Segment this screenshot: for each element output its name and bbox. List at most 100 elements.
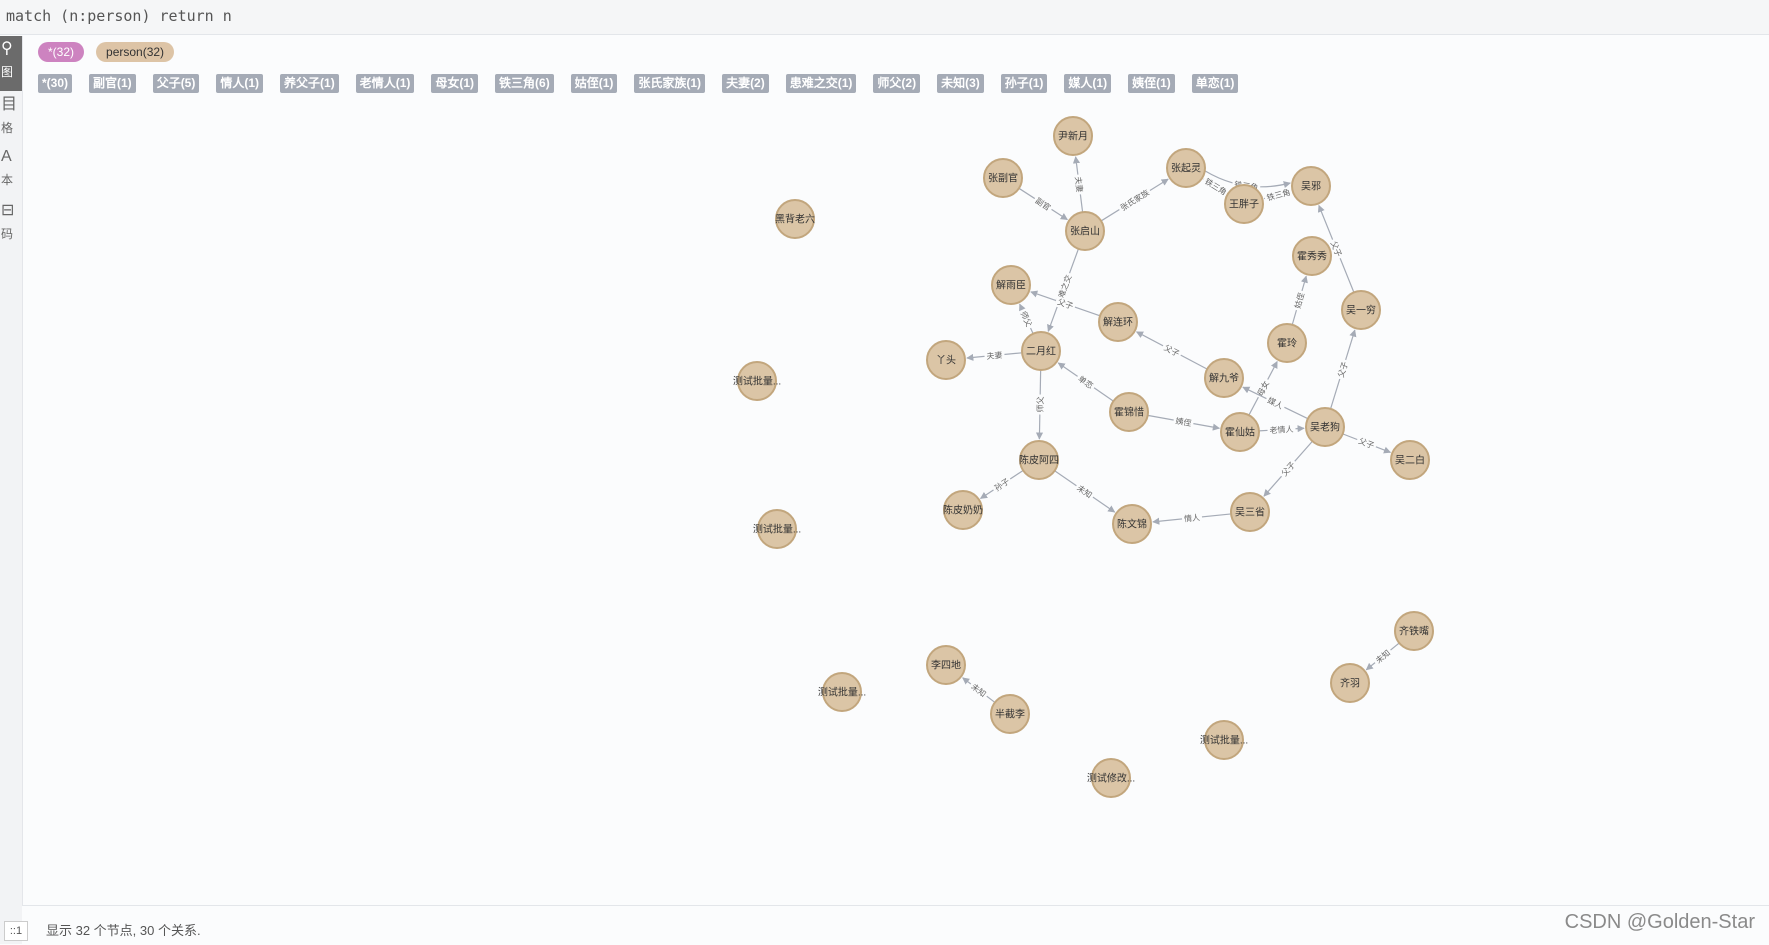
node-label: 吴一穷	[1346, 304, 1376, 317]
relationship-edge[interactable]: 父子	[1263, 440, 1313, 497]
rel-tag[interactable]: 铁三角(6)	[495, 74, 554, 93]
person-node[interactable]: 王胖子	[1224, 184, 1264, 224]
rel-tag[interactable]: 养父子(1)	[280, 74, 339, 93]
relationship-edge[interactable]: 未知	[962, 677, 996, 703]
relationship-edge[interactable]: 父子	[1342, 433, 1392, 454]
edge-label: 铁三角	[1266, 187, 1292, 203]
view-text-button[interactable]: A 本	[0, 144, 22, 199]
node-label: 黑背老六	[775, 213, 815, 226]
rel-tag[interactable]: 夫妻(2)	[722, 74, 769, 93]
relationship-edge[interactable]: 姨侄	[1147, 414, 1221, 431]
relationship-edge[interactable]: 媒人	[1242, 386, 1309, 420]
query-text[interactable]: match (n:person) return n	[6, 7, 232, 25]
relationship-edge[interactable]: 铁三角	[1201, 174, 1231, 199]
relationship-edge[interactable]: 夫妻	[1072, 156, 1086, 213]
person-node[interactable]: 半截李	[990, 694, 1030, 734]
edge-label: 夫妻	[1073, 176, 1085, 193]
label-pill-all[interactable]: *(32)	[38, 42, 85, 62]
relationship-edge[interactable]: 师父	[1017, 303, 1036, 334]
relationship-edge[interactable]: 张氏家族	[1100, 178, 1169, 222]
person-node[interactable]: 测试批量...	[1200, 720, 1248, 760]
relationship-edge[interactable]: 父子	[1135, 331, 1208, 370]
person-node[interactable]: 陈皮奶奶	[943, 490, 983, 530]
node-label: 尹新月	[1058, 130, 1088, 143]
node-label: 测试批量...	[1200, 734, 1248, 747]
zoom-button[interactable]: ::1	[4, 921, 28, 941]
person-node[interactable]: 吴邪	[1291, 166, 1331, 206]
person-node[interactable]: 陈皮阿四	[1019, 440, 1059, 480]
person-node[interactable]: 霍玲	[1267, 323, 1307, 363]
node-label: 吴三省	[1235, 506, 1265, 519]
rel-tag[interactable]: 姨侄(1)	[1128, 74, 1175, 93]
relationship-edge[interactable]: 铁三角	[1263, 186, 1294, 204]
person-node[interactable]: 霍秀秀	[1292, 236, 1332, 276]
person-node[interactable]: 齐羽	[1330, 663, 1370, 703]
relationship-edge[interactable]: 父子	[1330, 329, 1357, 410]
relationship-edge[interactable]: 情人	[1152, 511, 1232, 525]
edge-label: 铁三角	[1203, 176, 1229, 197]
view-graph-button[interactable]: ⚲ 图	[0, 36, 22, 91]
node-label: 霍锦惜	[1114, 406, 1144, 419]
node-label: 解九爷	[1209, 372, 1239, 385]
node-label: 测试批量...	[818, 686, 866, 699]
rel-tag[interactable]: 副官(1)	[89, 74, 136, 93]
edge-label: 姑侄	[1292, 291, 1306, 309]
rel-tag[interactable]: 情人(1)	[216, 74, 264, 93]
rel-tag[interactable]: 师父(2)	[873, 74, 921, 93]
person-node[interactable]: 黑背老六	[775, 199, 815, 239]
person-node[interactable]: 霍仙姑	[1220, 412, 1260, 452]
person-node[interactable]: 吴二白	[1390, 440, 1430, 480]
person-node[interactable]: 测试批量...	[818, 672, 866, 712]
rel-tag[interactable]: *(30)	[38, 74, 73, 93]
relationship-edge[interactable]: 师父	[1034, 369, 1046, 440]
relationship-edge[interactable]: 老情人	[1258, 423, 1305, 436]
label-pill-person[interactable]: person(32)	[96, 42, 175, 62]
relationship-edge[interactable]: 孙子	[979, 469, 1024, 499]
status-bar: 显示 32 个节点, 30 个关系.	[22, 905, 1769, 945]
view-switcher-rail: ⚲ 图 目 格 A 本 ⊟ 码	[0, 36, 23, 944]
person-node[interactable]: 陈文锦	[1112, 504, 1152, 544]
rel-tag[interactable]: 母女(1)	[431, 74, 479, 93]
relationship-edge[interactable]: 副官	[1018, 187, 1068, 221]
view-table-button[interactable]: 目 格	[0, 92, 22, 147]
relationship-edge[interactable]: 单恋	[1057, 362, 1114, 402]
person-node[interactable]: 齐铁嘴	[1394, 611, 1434, 651]
rel-tag[interactable]: 媒人(1)	[1064, 74, 1112, 93]
edge-label: 张氏家族	[1118, 187, 1150, 212]
person-node[interactable]: 解雨臣	[991, 265, 1031, 305]
rel-tag[interactable]: 孙子(1)	[1000, 74, 1048, 93]
query-editor[interactable]: match (n:person) return n	[0, 0, 1769, 35]
edge-label: 夫妻	[986, 350, 1003, 361]
person-node[interactable]: 霍锦惜	[1109, 392, 1149, 432]
person-node[interactable]: 李四地	[926, 645, 966, 685]
rel-tag[interactable]: 未知(3)	[937, 74, 984, 93]
relationship-edge[interactable]: 姑侄	[1291, 275, 1308, 325]
rel-tag[interactable]: 张氏家族(1)	[634, 74, 706, 93]
rel-tag[interactable]: 姑侄(1)	[570, 74, 618, 93]
person-node[interactable]: 解连环	[1098, 302, 1138, 342]
person-node[interactable]: 吴三省	[1230, 492, 1270, 532]
person-node[interactable]: 测试批量...	[733, 361, 781, 401]
person-node[interactable]: 尹新月	[1053, 116, 1093, 156]
person-node[interactable]: 丫头	[926, 340, 966, 380]
relationship-edge[interactable]: 未知	[1365, 642, 1400, 671]
relationship-edge[interactable]: 夫妻	[966, 349, 1023, 362]
view-code-button[interactable]: ⊟ 码	[0, 198, 22, 253]
person-node[interactable]: 测试批量...	[753, 509, 801, 549]
rel-tag[interactable]: 患难之交(1)	[785, 74, 857, 93]
rel-tag[interactable]: 老情人(1)	[355, 74, 415, 93]
person-node[interactable]: 吴老狗	[1305, 407, 1345, 447]
person-node[interactable]: 吴一穷	[1341, 290, 1381, 330]
person-node[interactable]: 张起灵	[1166, 148, 1206, 188]
person-node[interactable]: 测试修改...	[1087, 758, 1135, 798]
graph-canvas[interactable]: 副官夫妻张氏家族铁三角铁三角铁三角铁三角铁三角患难之交师父父子夫妻师父单恋父子姨…	[22, 100, 1769, 905]
person-node[interactable]: 张副官	[983, 158, 1023, 198]
relationship-edge[interactable]: 患难之交	[1047, 248, 1080, 332]
rel-tag[interactable]: 单恋(1)	[1191, 74, 1239, 93]
rel-tag[interactable]: 父子(5)	[152, 74, 200, 93]
person-node[interactable]: 二月红	[1021, 331, 1061, 371]
relationship-edge[interactable]: 未知	[1054, 470, 1116, 513]
person-node[interactable]: 解九爷	[1204, 358, 1244, 398]
edge-label: 父子	[1337, 361, 1350, 379]
person-node[interactable]: 张启山	[1065, 211, 1105, 251]
